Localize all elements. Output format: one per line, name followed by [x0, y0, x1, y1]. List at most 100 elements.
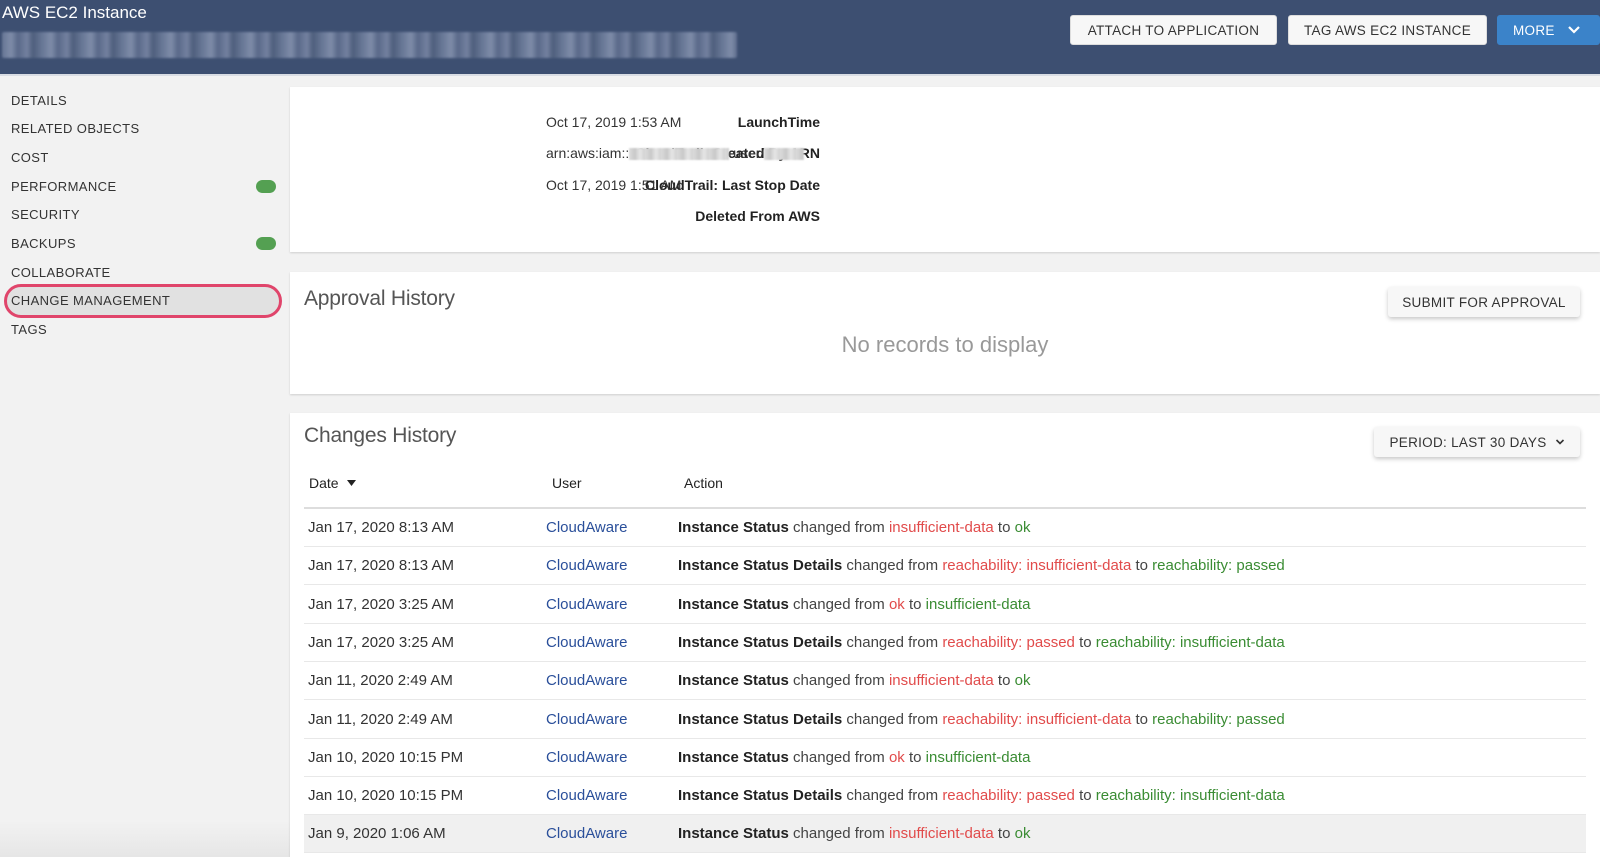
table-row: Jan 10, 2020 10:15 PM CloudAware Instance … — [304, 777, 1586, 816]
cell-user-link[interactable]: CloudAware — [546, 825, 627, 842]
period-dropdown[interactable]: PERIOD: LAST 30 DAYS — [1374, 427, 1580, 457]
attach-to-application-button[interactable]: ATTACH TO APPLICATION — [1070, 15, 1277, 45]
connector-to: to — [1079, 633, 1092, 651]
connector-to: to — [908, 748, 922, 766]
cell-user-link[interactable]: CloudAware — [546, 596, 627, 613]
table-row: Jan 17, 2020 3:25 AM CloudAware Instance S… — [304, 624, 1586, 662]
column-header-date[interactable]: Date — [309, 475, 356, 491]
table-row: Jan 10, 2020 10:15 PM CloudAware Instance … — [304, 739, 1586, 777]
changed-field: Instance Status — [678, 672, 789, 690]
instance-name-redacted — [2, 32, 737, 58]
field-launch-time: LaunchTime Oct 17, 2019 1:53 AM — [290, 114, 1600, 138]
connector-to: to — [997, 825, 1011, 843]
column-header-user[interactable]: User — [552, 475, 582, 491]
arn-user-segment: :user/ — [729, 145, 765, 161]
tag-instance-button[interactable]: TAG AWS EC2 INSTANCE — [1288, 15, 1487, 45]
cell-date: Jan 9, 2020 1:06 AM — [308, 825, 446, 843]
arn-prefix: arn:aws:iam:: — [546, 145, 630, 161]
field-last-stop-date: CloudTrail: Last Stop Date Oct 17, 2019 … — [290, 177, 1600, 201]
page-title: AWS EC2 Instance — [2, 3, 147, 22]
changes-history-card: Changes History PERIOD: LAST 30 DAYS Dat… — [290, 413, 1600, 857]
sidebar-item-tags[interactable]: TAGS — [4, 313, 282, 347]
sidebar-item-label: TAGS — [11, 322, 48, 338]
old-value: insufficient-data — [888, 672, 994, 690]
cell-date: Jan 10, 2020 10:15 PM — [308, 787, 464, 805]
changed-field: Instance Status — [678, 748, 789, 766]
changed-field: Instance Status Details — [678, 710, 843, 728]
table-row: Jan 17, 2020 3:25 AM CloudAware Instance S… — [304, 586, 1586, 624]
connector-from: changed from — [793, 672, 885, 690]
account-id-redacted — [629, 148, 730, 161]
approval-history-title: Approval History — [304, 287, 455, 310]
submit-for-approval-button[interactable]: SUBMIT FOR APPROVAL — [1388, 287, 1580, 317]
sidebar-item-label: COLLABORATE — [11, 264, 111, 280]
more-button[interactable]: MORE — [1497, 15, 1600, 45]
cell-action: Instance Status changed from insufficien… — [678, 519, 1030, 536]
old-value: reachability: insufficient-data — [942, 557, 1132, 575]
period-dropdown-label: PERIOD: LAST 30 DAYS — [1389, 434, 1547, 450]
cell-action: Instance Status changed from insufficien… — [678, 672, 1030, 689]
connector-from: changed from — [846, 557, 939, 575]
empty-state-text: No records to display — [841, 332, 1049, 357]
sort-descending-icon — [346, 480, 356, 486]
old-value: ok — [888, 748, 905, 766]
cell-user-link[interactable]: CloudAware — [546, 711, 627, 728]
cell-user-link[interactable]: CloudAware — [546, 519, 627, 536]
cell-date: Jan 17, 2020 8:13 AM — [308, 519, 454, 536]
cell-date: Jan 11, 2020 2:49 AM — [308, 672, 453, 690]
field-label: LaunchTime — [737, 114, 820, 130]
new-value: insufficient-data — [925, 595, 1031, 613]
cell-user-link[interactable]: CloudAware — [546, 787, 627, 804]
table-row: Jan 17, 2020 8:13 AM CloudAware Instance S… — [304, 509, 1586, 547]
cell-date: Jan 10, 2020 10:15 PM — [308, 748, 464, 766]
changed-field: Instance Status — [678, 825, 789, 843]
changed-field: Instance Status — [678, 519, 789, 536]
new-value: ok — [1014, 825, 1031, 843]
changed-field: Instance Status Details — [678, 633, 843, 651]
connector-to: to — [1135, 557, 1148, 575]
cell-action: Instance Status Details changed from rea… — [678, 787, 1285, 804]
connector-to: to — [997, 672, 1011, 690]
field-deleted-from-aws: Deleted From AWS — [290, 208, 1600, 232]
status-badge — [256, 179, 276, 193]
column-header-date-label: Date — [309, 475, 339, 491]
changed-field: Instance Status Details — [678, 557, 843, 575]
cell-date: Jan 17, 2020 8:13 AM — [308, 557, 454, 575]
field-value: Oct 17, 2019 1:53 AM — [546, 114, 682, 130]
field-value: arn:aws:iam:::user/ — [546, 145, 805, 161]
new-value: ok — [1014, 519, 1031, 536]
table-row: Jan 9, 2020 1:06 AM CloudAware Instance St… — [304, 815, 1586, 854]
cell-action: Instance Status Details changed from rea… — [678, 711, 1285, 728]
column-header-action[interactable]: Action — [684, 475, 723, 491]
old-value: reachability: passed — [942, 633, 1075, 651]
changes-history-title: Changes History — [304, 424, 457, 447]
connector-to: to — [1079, 787, 1092, 805]
cell-user-link[interactable]: CloudAware — [546, 634, 627, 651]
sidebar-nav: DETAILS RELATED OBJECTS COST PERFORMANCE SEC… — [0, 78, 290, 857]
new-value: reachability: insufficient-data — [1095, 787, 1285, 805]
connector-to: to — [997, 519, 1011, 536]
changed-field: Instance Status Details — [678, 787, 843, 805]
cell-user-link[interactable]: CloudAware — [546, 672, 627, 689]
old-value: reachability: passed — [942, 787, 1075, 805]
cell-action: Instance Status changed from ok to insuf… — [678, 749, 1030, 766]
page-header: AWS EC2 Instance ATTACH TO APPLICATION T… — [0, 0, 1600, 76]
new-value: ok — [1014, 672, 1031, 690]
more-button-label: MORE — [1513, 22, 1555, 38]
cell-action: Instance Status Details changed from rea… — [678, 557, 1285, 574]
table-row: Jan 11, 2020 2:49 AM CloudAware Instance S… — [304, 701, 1586, 739]
sidebar-bottom-fade — [0, 820, 290, 857]
new-value: insufficient-data — [925, 748, 1031, 766]
sidebar-item-label: PERFORMANCE — [11, 178, 117, 194]
field-value: Oct 17, 2019 1:51 AM — [546, 177, 682, 193]
cell-action: Instance Status changed from insufficien… — [678, 825, 1030, 842]
connector-from: changed from — [846, 787, 939, 805]
changed-field: Instance Status — [678, 595, 789, 613]
approval-history-card: Approval History SUBMIT FOR APPROVAL No … — [290, 272, 1600, 394]
chevron-down-icon — [1567, 26, 1580, 34]
cell-user-link[interactable]: CloudAware — [546, 557, 627, 574]
table-row: Jan 11, 2020 2:49 AM CloudAware Instance S… — [304, 662, 1586, 701]
connector-to: to — [1135, 710, 1148, 728]
old-value: insufficient-data — [888, 519, 994, 536]
cell-user-link[interactable]: CloudAware — [546, 749, 627, 766]
